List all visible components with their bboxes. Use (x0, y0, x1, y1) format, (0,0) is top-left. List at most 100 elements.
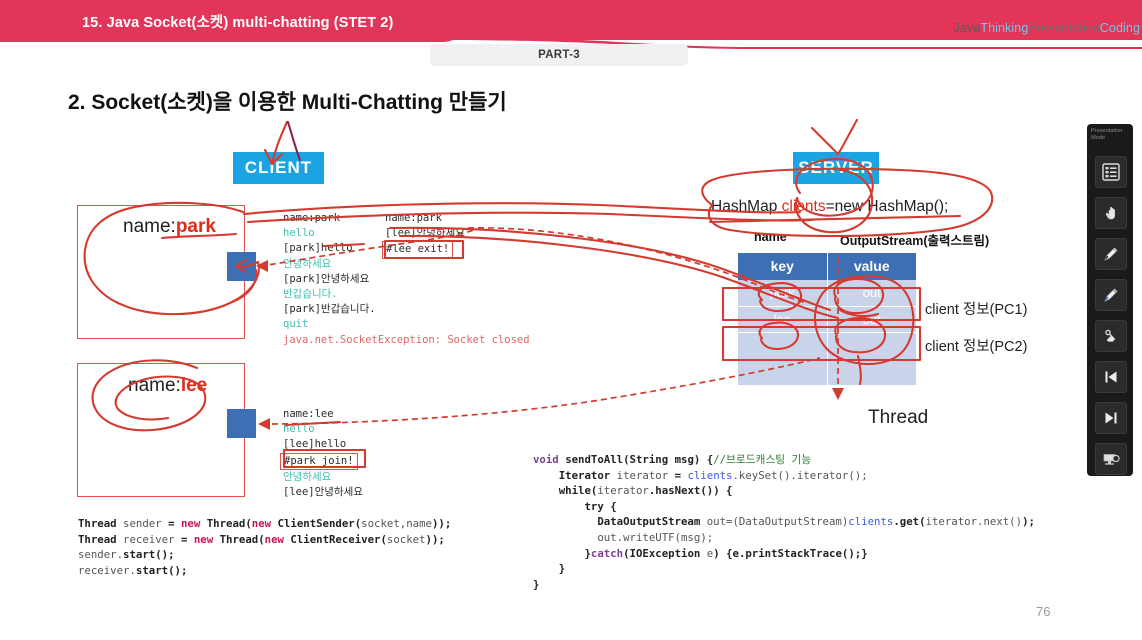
client-code-token: Thread( (219, 532, 265, 546)
ink-arrow-server (810, 126, 840, 156)
slide-canvas: 15. Java Socket(소켓) multi-chatting (STET… (0, 0, 1142, 640)
console-lee-line-text: [lee]안녕하세요 (283, 486, 363, 499)
server-code-line: } (533, 577, 1035, 593)
server-code-token: } (533, 577, 540, 591)
console-park-right-line-text: name:park (385, 212, 442, 224)
server-code-token: .keySet().iterator(); (732, 468, 868, 482)
table-row: park out (738, 280, 916, 307)
console-park-left-line: 안녕하세요 (283, 257, 530, 272)
server-code-line: void sendToAll(String msg) {//브로드캐스팅 기능 (533, 452, 1035, 468)
clients-map-table: key value park out lee out (738, 253, 916, 386)
server-code-token: catch (590, 546, 624, 560)
presentation-toolbar[interactable]: Presentation Mode (1087, 124, 1133, 476)
server-code-token: ); (700, 530, 714, 544)
console-park-left-line-text: quit (283, 318, 309, 331)
server-code-token: .hasNext()) { (648, 484, 733, 498)
pen-blue-icon[interactable] (1095, 279, 1127, 311)
hashmap-before: HashMap (711, 198, 782, 215)
slide-list-icon[interactable] (1095, 156, 1127, 188)
server-code-token: Iterator (533, 468, 617, 482)
next-slide-icon[interactable] (1095, 402, 1127, 434)
client-name-lee: name:lee (128, 375, 207, 397)
console-park-left-line: quit (283, 317, 530, 332)
console-park-right-line: name:park (385, 211, 465, 226)
console-park-left-line-text: name:park (283, 212, 340, 224)
console-lee-line: 안녕하세요 (283, 470, 363, 485)
client-label-box: CLIENT (233, 152, 324, 184)
console-lee-line: #park join! (280, 452, 363, 470)
server-code-line: try { (533, 499, 1035, 515)
client-code-line: sender.start(); (78, 547, 451, 563)
toolbar-label: Presentation Mode (1091, 128, 1123, 141)
server-code-token: iterator (616, 468, 675, 482)
name-prefix-lee: name: (128, 375, 181, 396)
client-code-line: receiver.start(); (78, 563, 451, 579)
client-code-token: socket,name (361, 517, 432, 530)
header-title: 15. Java Socket(소켓) multi-chatting (STET… (82, 15, 394, 31)
console-lee-line: [lee]안녕하세요 (283, 485, 363, 500)
server-code-token: out.writeUTF( (533, 530, 681, 544)
client-code-token: receiver (123, 532, 181, 546)
server-code-token: sendToAll(String msg) { (565, 453, 714, 466)
pen-black-icon[interactable] (1095, 238, 1127, 270)
eraser-icon[interactable] (1095, 320, 1127, 352)
server-code-token: clients (687, 468, 733, 482)
console-lee-line-text: 안녕하세요 (283, 470, 332, 483)
client-code-token: = (168, 517, 181, 530)
client-info-pc1: client 정보(PC1) (925, 302, 1028, 318)
console-lee-line-text: name:lee (283, 408, 334, 420)
table-row (738, 359, 916, 386)
console-park-left-line: [park]반갑습니다. (283, 302, 530, 317)
console-park-left-line: 반갑습니다. (283, 287, 530, 302)
ink-arrowhead-park (256, 260, 268, 272)
server-code-line: out.writeUTF(msg); (533, 530, 1035, 546)
server-code-line: DataOutputStream out=(DataOutputStream)c… (533, 514, 1035, 530)
console-lee-line-text: #park join! (280, 452, 358, 470)
server-code-token: (IOException (623, 546, 707, 560)
table-header-key: key (738, 253, 828, 280)
console-lee: name:lee hello [lee]hello #park join! 안녕하세요 [… (280, 407, 363, 500)
client-code-token: )); (431, 517, 452, 530)
hashmap-after: =new HashMap(); (825, 198, 949, 215)
server-code-line: while(iterator.hasNext()) { (533, 483, 1035, 499)
table-cell: park (738, 280, 828, 307)
table-cell (827, 333, 916, 360)
hand-pointer-icon[interactable] (1095, 197, 1127, 229)
table-cell: out (827, 280, 916, 307)
page-title: 2. Socket(소켓)을 이용한 Multi-Chatting 만들기 (68, 91, 507, 114)
previous-slide-icon[interactable] (1095, 361, 1127, 393)
server-code-token: } (533, 546, 591, 560)
server-code-token: while( (533, 484, 598, 498)
console-park-left-line-text: [park]hello (283, 242, 353, 255)
console-park-left-line-text: 반갑습니다. (283, 288, 338, 301)
client-code-token: new (193, 532, 220, 546)
console-lee-line: hello (283, 422, 363, 437)
console-park-right-line: [lee]안녕하세요 (385, 226, 465, 241)
client-code-token: Thread (78, 532, 124, 546)
table-row (738, 333, 916, 360)
server-code-token: ) {e.printStackTrace();} (713, 546, 868, 560)
page-number: 76 (1036, 604, 1051, 619)
server-code-line: }catch(IOException e) {e.printStackTrace… (533, 546, 1035, 562)
server-code-token: msg (681, 530, 701, 544)
table-cell (738, 359, 828, 386)
table-body: park out lee out (738, 280, 916, 386)
name-prefix-park: name: (123, 216, 176, 237)
end-show-icon[interactable] (1095, 443, 1127, 475)
console-park-left-line: java.net.SocketException: Socket closed (283, 333, 530, 348)
client-code-token: Thread( (206, 517, 252, 530)
client-code-token: start(); (135, 563, 188, 577)
console-park-left-line-text: [park]반갑습니다. (283, 303, 376, 316)
server-code-token: out=(DataOutputStream) (706, 515, 849, 529)
client-code-token: socket (386, 532, 426, 546)
ink-arrowhead-thread (832, 388, 844, 400)
server-code-token: clients (848, 515, 894, 529)
name-value-park: park (175, 216, 216, 237)
column-label-outputstream: OutputStream(출력스트림) (840, 234, 990, 248)
socket-marker-park (227, 252, 256, 281)
socket-marker-lee (227, 409, 256, 438)
table-cell: out (827, 306, 916, 333)
client-code-token: ClientReceiver( (290, 532, 387, 546)
server-code-token: iterator (597, 484, 649, 498)
brand-presentation: Presentation (1028, 21, 1100, 35)
